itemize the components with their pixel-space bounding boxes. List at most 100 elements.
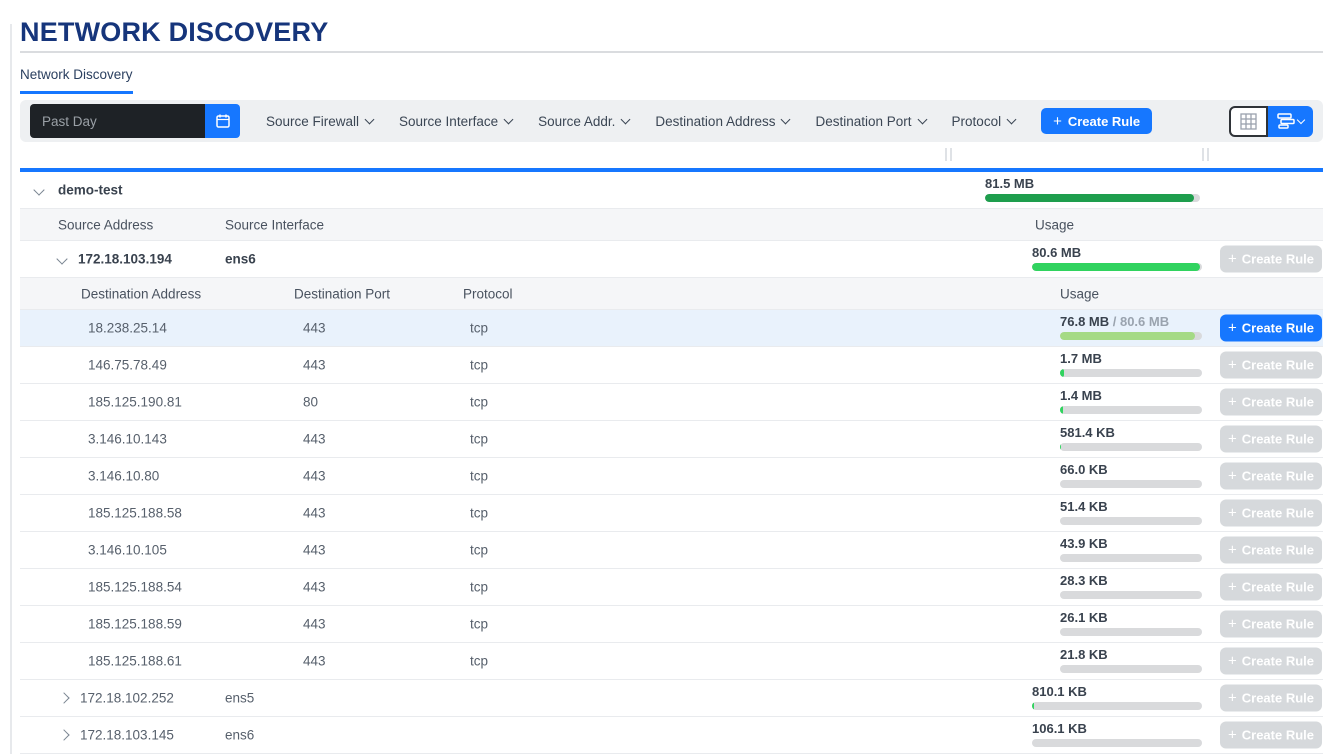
destination-row[interactable]: 18.238.25.14 443 tcp 76.8 MB / 80.6 MB +… [20, 310, 1323, 347]
destination-row[interactable]: 146.75.78.49 443 tcp 1.7 MB + Create Rul… [20, 347, 1323, 384]
calendar-button[interactable] [205, 104, 240, 138]
col-protocol: Protocol [463, 286, 513, 301]
column-resize-handle[interactable] [945, 148, 947, 161]
plus-icon: + [1228, 617, 1237, 632]
source-row[interactable]: 172.18.102.252 ens5 810.1 KB + Create Ru… [20, 680, 1323, 717]
destination-row[interactable]: 3.146.10.143 443 tcp 581.4 KB + Create R… [20, 421, 1323, 458]
tree-view-button[interactable] [1268, 106, 1313, 137]
usage-bar [1032, 263, 1202, 271]
destination-row[interactable]: 185.125.188.54 443 tcp 28.3 KB + Create … [20, 569, 1323, 606]
protocol: tcp [470, 358, 488, 373]
filter-source-firewall[interactable]: Source Firewall [266, 114, 373, 129]
protocol: tcp [470, 321, 488, 336]
source-interface: ens6 [225, 252, 256, 267]
destination-port: 443 [303, 321, 326, 336]
column-resize-strip [20, 142, 1323, 168]
destination-row[interactable]: 185.125.190.81 80 tcp 1.4 MB + Create Ru… [20, 384, 1323, 421]
usage-cell: 810.1 KB [1032, 684, 1202, 710]
create-rule-button: + Create Rule [1220, 685, 1322, 712]
col-usage: Usage [1035, 217, 1074, 232]
destination-row[interactable]: 185.125.188.58 443 tcp 51.4 KB + Create … [20, 495, 1323, 532]
destination-address: 3.146.10.80 [88, 469, 159, 484]
column-resize-handle[interactable] [950, 148, 952, 161]
usage-bar-fill [1060, 443, 1061, 451]
usage-value: 28.3 KB [1060, 573, 1202, 589]
table-grid-icon [1240, 113, 1257, 130]
plus-icon: + [1228, 728, 1237, 743]
usage-total: / 80.6 MB [1109, 314, 1169, 329]
usage-cell: 106.1 KB [1032, 721, 1202, 747]
filter-destination-port[interactable]: Destination Port [815, 114, 925, 129]
filter-destination-address[interactable]: Destination Address [655, 114, 789, 129]
usage-cell: 66.0 KB [1060, 462, 1202, 488]
create-rule-label: Create Rule [1242, 580, 1314, 595]
plus-icon: + [1228, 321, 1237, 336]
usage-cell: 80.6 MB [1032, 245, 1202, 271]
filter-source-addr[interactable]: Source Addr. [538, 114, 629, 129]
collapse-icon[interactable] [56, 253, 67, 264]
source-address: 172.18.103.145 [80, 728, 174, 743]
tab-network-discovery[interactable]: Network Discovery [20, 67, 133, 94]
create-rule-label: Create Rule [1242, 654, 1314, 669]
source-header-row: Source Address Source Interface Usage [20, 209, 1323, 241]
plus-icon: + [1228, 691, 1237, 706]
destination-row[interactable]: 185.125.188.59 443 tcp 26.1 KB + Create … [20, 606, 1323, 643]
destination-row[interactable]: 185.125.188.61 443 tcp 21.8 KB + Create … [20, 643, 1323, 680]
usage-bar [1060, 628, 1202, 636]
filter-protocol[interactable]: Protocol [952, 114, 1016, 129]
destination-row[interactable]: 3.146.10.105 443 tcp 43.9 KB + Create Ru… [20, 532, 1323, 569]
expand-icon[interactable] [58, 729, 69, 740]
destination-port: 443 [303, 543, 326, 558]
destination-address: 185.125.188.59 [88, 617, 182, 632]
usage-bar-fill [1060, 332, 1195, 340]
collapse-icon[interactable] [33, 184, 44, 195]
destination-port: 443 [303, 358, 326, 373]
protocol: tcp [470, 580, 488, 595]
source-row[interactable]: 172.18.103.145 ens6 106.1 KB + Create Ru… [20, 717, 1323, 754]
title-divider [20, 51, 1323, 53]
source-interface: ens5 [225, 691, 254, 706]
usage-bar [1032, 702, 1202, 710]
usage-value: 1.4 MB [1060, 388, 1202, 404]
destination-port: 443 [303, 580, 326, 595]
source-row[interactable]: 172.18.103.194 ens6 80.6 MB + Create Rul… [20, 241, 1323, 278]
usage-cell: 51.4 KB [1060, 499, 1202, 525]
column-resize-handle[interactable] [1207, 148, 1209, 161]
filter-label: Destination Address [655, 114, 775, 129]
create-rule-button: + Create Rule [1220, 500, 1322, 527]
usage-bar [1060, 443, 1202, 451]
date-range-input[interactable] [30, 104, 205, 138]
filter-label: Destination Port [815, 114, 911, 129]
destination-port: 443 [303, 654, 326, 669]
filter-label: Source Interface [399, 114, 498, 129]
chevron-down-icon [621, 114, 631, 124]
usage-cell: 76.8 MB / 80.6 MB [1060, 314, 1202, 340]
usage-value: 1.7 MB [1060, 351, 1202, 367]
destination-address: 18.238.25.14 [88, 321, 167, 336]
filter-label: Source Addr. [538, 114, 615, 129]
create-rule-button: + Create Rule [1220, 246, 1322, 273]
destination-address: 185.125.188.61 [88, 654, 182, 669]
usage-value: 76.8 MB [1060, 314, 1109, 329]
usage-value: 80.6 MB [1032, 245, 1202, 261]
filter-source-interface[interactable]: Source Interface [399, 114, 512, 129]
expand-icon[interactable] [58, 692, 69, 703]
usage-cell: 81.5 MB [985, 176, 1200, 202]
usage-value: 43.9 KB [1060, 536, 1202, 552]
protocol: tcp [470, 432, 488, 447]
usage-value: 26.1 KB [1060, 610, 1202, 626]
destination-port: 443 [303, 617, 326, 632]
plus-icon: + [1228, 358, 1237, 373]
table-view-button[interactable] [1229, 106, 1268, 137]
view-toggle [1229, 106, 1313, 137]
create-rule-button[interactable]: + Create Rule [1220, 315, 1322, 342]
destination-address: 185.125.188.54 [88, 580, 182, 595]
usage-bar-fill [985, 194, 1194, 202]
create-rule-button[interactable]: + Create Rule [1041, 108, 1152, 134]
column-resize-handle[interactable] [1202, 148, 1204, 161]
plus-icon: + [1228, 252, 1237, 267]
destination-address: 3.146.10.143 [88, 432, 167, 447]
group-row-demo-test[interactable]: demo-test 81.5 MB [20, 172, 1323, 209]
destination-row[interactable]: 3.146.10.80 443 tcp 66.0 KB + Create Rul… [20, 458, 1323, 495]
usage-bar [1060, 591, 1202, 599]
